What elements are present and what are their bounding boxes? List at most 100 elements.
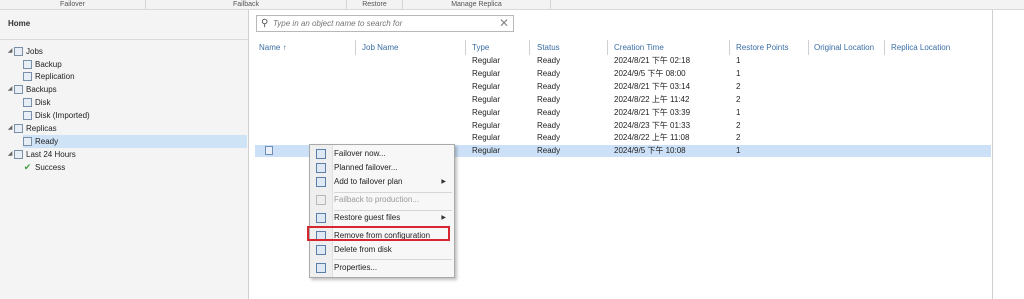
tree-item-jobs[interactable]: ◢ Jobs [6,45,43,58]
submenu-arrow-icon: ▶ [441,215,446,221]
collapse-triangle-icon[interactable]: ◢ [6,122,14,135]
menu-item-planned-failover[interactable]: Planned failover... [312,161,452,175]
search-icon: ⚲ [261,18,269,29]
cell-creation-time: 2024/8/22 上午 11:42 [614,95,690,104]
tree-item-replication[interactable]: Replication [23,70,75,83]
cell-type: Regular [472,108,501,117]
column-header-replica-location[interactable]: Replica Location [891,42,950,53]
clear-search-icon[interactable]: ✕ [499,16,509,31]
cell-status: Ready [537,146,561,155]
menu-item-delete-from-disk[interactable]: Delete from disk [312,243,452,257]
menu-item-label: Add to failover plan [334,177,403,186]
collapse-triangle-icon[interactable]: ◢ [6,83,14,96]
replicas-icon [14,124,23,133]
table-row[interactable]: Regular Ready 2024/9/5 下午 08:00 1 [255,68,991,80]
replication-job-icon [23,72,32,81]
cell-status: Ready [537,82,561,91]
restore-guest-files-icon [316,213,326,223]
cell-creation-time: 2024/8/21 下午 03:39 [614,108,691,117]
menu-item-add-to-failover-plan[interactable]: Add to failover plan ▶ [312,175,452,189]
menu-item-label: Failback to production... [334,195,419,204]
cell-restore-points: 1 [736,146,741,155]
menu-item-label: Restore guest files [334,213,401,222]
column-divider[interactable] [607,40,608,55]
tree-item-label: Disk [35,98,51,107]
cell-status: Ready [537,108,561,117]
failover-now-icon [316,149,326,159]
cell-type: Regular [472,56,501,65]
cell-type: Regular [472,82,501,91]
tree-item-label: Replicas [26,124,57,133]
menu-item-label: Delete from disk [334,245,392,254]
cell-restore-points: 2 [736,95,741,104]
cell-status: Ready [537,133,561,142]
menu-item-label: Planned failover... [334,163,398,172]
column-header-creation-time[interactable]: Creation Time [614,42,664,53]
menu-item-failover-now[interactable]: Failover now... [312,147,452,161]
table-row[interactable]: Regular Ready 2024/8/21 下午 02:18 1 [255,55,991,67]
cell-type: Regular [472,146,501,155]
table-row[interactable]: Regular Ready 2024/8/22 上午 11:42 2 [255,94,991,106]
tree-item-disk[interactable]: Disk [23,96,51,109]
cell-type: Regular [472,121,501,130]
tree-item-label: Replication [35,72,75,81]
cell-status: Ready [537,69,561,78]
cell-creation-time: 2024/8/21 下午 03:14 [614,82,691,91]
sort-ascending-icon: ↑ [282,43,287,52]
column-divider[interactable] [884,40,885,55]
selection-edge-marker [985,145,990,157]
tree-item-ready[interactable]: Ready [23,135,247,148]
search-input[interactable] [273,17,495,30]
column-header-job-name[interactable]: Job Name [362,42,398,53]
column-divider[interactable] [529,40,530,55]
context-menu: Failover now... Planned failover... Add … [309,144,455,278]
column-header-label: Name [259,43,281,52]
ready-icon [23,137,32,146]
column-divider[interactable] [808,40,809,55]
cell-type: Regular [472,69,501,78]
cell-restore-points: 1 [736,108,741,117]
table-row[interactable]: Regular Ready 2024/8/21 下午 03:39 1 [255,107,991,119]
column-divider[interactable] [729,40,730,55]
cell-creation-time: 2024/8/22 上午 11:08 [614,133,690,142]
table-row[interactable]: Regular Ready 2024/8/22 上午 11:08 2 [255,132,991,144]
tree-item-replicas[interactable]: ◢ Replicas [6,122,57,135]
disk-imported-icon [23,111,32,120]
column-header-name[interactable]: Name ↑ [259,42,287,53]
cell-creation-time: 2024/9/5 下午 10:08 [614,146,686,155]
backup-job-icon [23,60,32,69]
ribbon-group-manage-replica: Manage Replica [403,0,551,9]
column-divider[interactable] [465,40,466,55]
column-divider[interactable] [355,40,356,55]
collapse-triangle-icon[interactable]: ◢ [6,45,14,58]
cell-restore-points: 1 [736,69,741,78]
tree-item-last-24-hours[interactable]: ◢ Last 24 Hours [6,148,76,161]
tree-item-label: Disk (Imported) [35,111,90,120]
tree-item-disk-imported[interactable]: Disk (Imported) [23,109,90,122]
vm-replica-icon [265,146,273,155]
home-heading: Home [8,19,31,28]
column-header-original-location[interactable]: Original Location [814,42,874,53]
highlight-box [307,226,450,241]
column-header-restore-points[interactable]: Restore Points [736,42,788,53]
column-header-type[interactable]: Type [472,42,489,53]
jobs-icon [14,47,23,56]
cell-status: Ready [537,56,561,65]
menu-item-properties[interactable]: Properties... [312,261,452,275]
column-header-status[interactable]: Status [537,42,560,53]
tree-item-backups[interactable]: ◢ Backups [6,83,57,96]
menu-item-restore-guest-files[interactable]: Restore guest files ▶ [312,211,452,225]
cell-restore-points: 2 [736,121,741,130]
collapse-triangle-icon[interactable]: ◢ [6,148,14,161]
cell-status: Ready [537,95,561,104]
ribbon-group-failback: Failback [146,0,347,9]
table-row[interactable]: Regular Ready 2024/8/21 下午 03:14 2 [255,81,991,93]
cell-type: Regular [472,95,501,104]
search-box[interactable]: ⚲ ✕ [256,15,514,32]
tree-item-label: Success [35,163,66,172]
tree-item-success[interactable]: ✔ Success [23,161,66,174]
table-row[interactable]: Regular Ready 2024/8/23 下午 01:33 2 [255,120,991,132]
cell-restore-points: 2 [736,82,741,91]
failback-icon [316,195,326,205]
success-check-icon: ✔ [23,162,32,172]
